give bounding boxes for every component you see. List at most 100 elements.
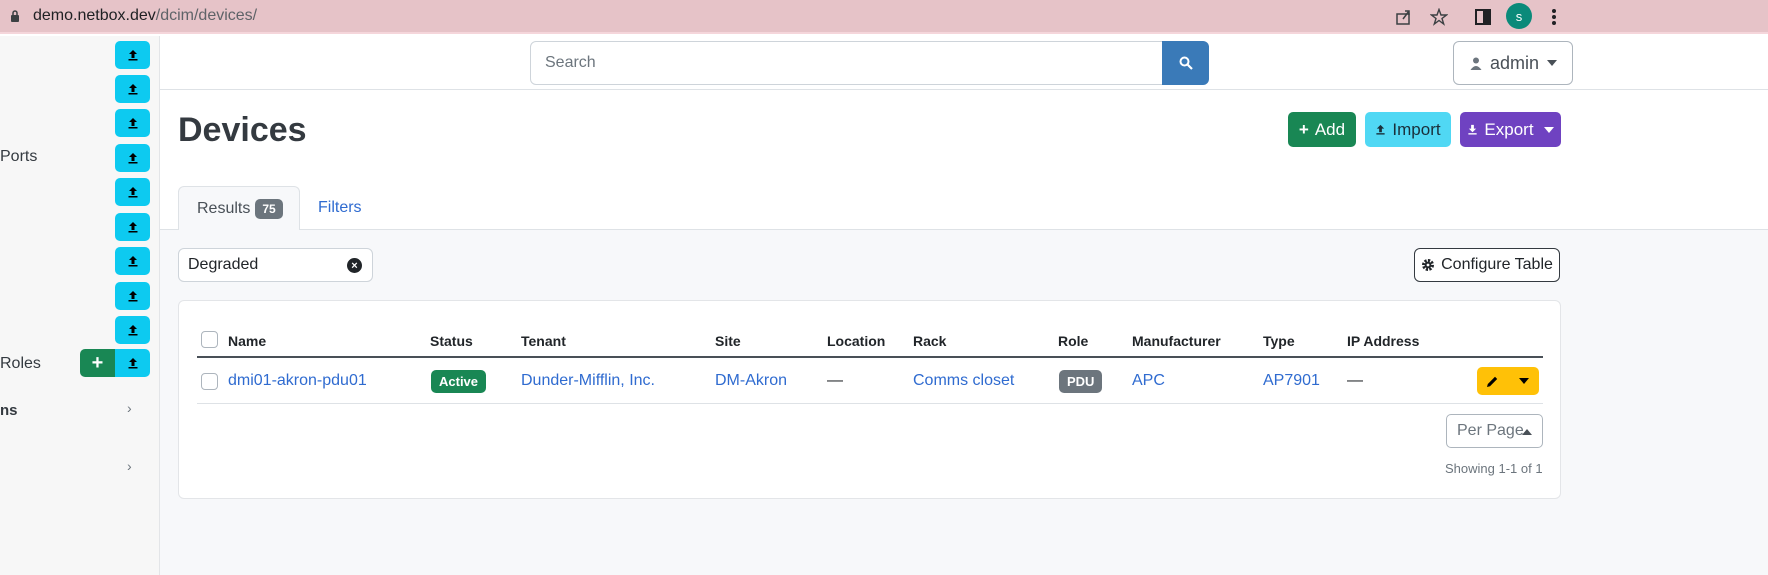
sidebar-item-roles[interactable]: Roles [0, 355, 41, 373]
clear-filter-icon[interactable]: × [347, 258, 362, 273]
site-link[interactable]: DM-Akron [715, 372, 787, 390]
devices-table-card: Name Status Tenant Site Location Rack Ro… [178, 300, 1561, 499]
side-panel-icon[interactable] [1472, 6, 1494, 28]
configure-table-button[interactable]: Configure Table [1414, 248, 1560, 282]
menu-dots-icon[interactable] [1543, 6, 1565, 28]
sidebar-import-button[interactable] [115, 349, 150, 377]
column-header-type[interactable]: Type [1263, 333, 1295, 349]
profile-avatar[interactable]: s [1506, 3, 1532, 29]
sidebar-import-button[interactable] [115, 213, 150, 241]
per-page-dropdown[interactable]: Per Page [1446, 414, 1543, 448]
sidebar-import-button[interactable] [115, 282, 150, 310]
upload-icon [128, 325, 137, 336]
tab-results-label: Results [197, 199, 251, 217]
user-icon [1470, 57, 1482, 70]
row-checkbox[interactable] [201, 373, 218, 390]
column-header-rack[interactable]: Rack [913, 333, 946, 349]
url-host: demo.netbox.dev [33, 7, 156, 24]
column-header-manufacturer[interactable]: Manufacturer [1132, 333, 1221, 349]
sidebar-import-button[interactable] [115, 316, 150, 344]
column-header-location[interactable]: Location [827, 333, 885, 349]
chevron-right-icon[interactable]: › [127, 400, 132, 416]
upload-icon [128, 222, 137, 233]
sidebar-section-heading[interactable]: ns [0, 402, 18, 419]
caret-up-icon [1522, 429, 1532, 435]
url-path: /dcim/devices/ [155, 7, 258, 24]
upload-icon [128, 50, 137, 61]
sidebar-import-button[interactable] [115, 41, 150, 69]
address-url[interactable]: demo.netbox.dev/dcim/devices/ [33, 7, 257, 25]
search-input[interactable] [530, 41, 1163, 85]
sidebar-import-button[interactable] [115, 144, 150, 172]
sidebar-add-button[interactable]: + [80, 349, 115, 377]
caret-down-icon [1547, 60, 1558, 66]
tab-filters[interactable]: Filters [318, 199, 362, 217]
ip-address-cell: — [1347, 372, 1363, 389]
tenant-link[interactable]: Dunder-Mifflin, Inc. [521, 372, 655, 390]
edit-button[interactable] [1477, 367, 1508, 395]
row-actions [1477, 367, 1539, 395]
top-header: admin [160, 36, 1768, 90]
manufacturer-link[interactable]: APC [1132, 372, 1165, 390]
share-icon[interactable] [1393, 6, 1415, 28]
table-row-divider [197, 403, 1543, 404]
export-button[interactable]: Export [1460, 112, 1561, 147]
column-header-ip-address[interactable]: IP Address [1347, 333, 1419, 349]
pagination-summary: Showing 1-1 of 1 [1445, 461, 1543, 476]
rack-link[interactable]: Comms closet [913, 372, 1014, 390]
sidebar-import-button[interactable] [115, 75, 150, 103]
search-icon [1179, 56, 1193, 70]
sidebar-import-button[interactable] [115, 247, 150, 275]
configure-table-label: Configure Table [1441, 256, 1553, 273]
per-page-label: Per Page [1457, 422, 1524, 439]
caret-down-icon [1543, 126, 1554, 133]
upload-icon [128, 187, 137, 198]
pencil-icon [1487, 376, 1498, 387]
upload-icon [128, 256, 137, 267]
plus-icon: + [1298, 119, 1309, 139]
upload-icon [128, 84, 137, 95]
sidebar-import-button[interactable] [115, 178, 150, 206]
filter-chip-value: Degraded [188, 256, 259, 273]
table-header-divider [197, 356, 1543, 358]
sidebar: Ports Roles + ns › › [0, 36, 160, 575]
results-count-badge: 75 [255, 198, 283, 219]
gear-icon [1422, 259, 1435, 271]
column-header-role[interactable]: Role [1058, 333, 1088, 349]
role-badge[interactable]: PDU [1059, 370, 1103, 393]
add-button[interactable]: + Add [1288, 112, 1356, 147]
user-menu-button[interactable]: admin [1453, 41, 1573, 85]
star-icon[interactable] [1428, 6, 1450, 28]
user-name: admin [1490, 52, 1540, 73]
import-button-label: Import [1392, 119, 1441, 139]
location-cell: — [827, 372, 843, 389]
tab-bar: Results 75 Filters [160, 186, 1768, 231]
search-group [530, 41, 1209, 85]
row-actions-dropdown-button[interactable] [1508, 367, 1539, 395]
upload-icon [128, 153, 137, 164]
upload-icon [128, 118, 137, 129]
quick-filter-input[interactable]: Degraded × [178, 248, 373, 282]
column-header-tenant[interactable]: Tenant [521, 333, 566, 349]
main-content: Devices + Add Import Export Results 75 F… [160, 91, 1768, 575]
type-link[interactable]: AP7901 [1263, 372, 1320, 390]
search-button[interactable] [1162, 41, 1209, 85]
column-header-name[interactable]: Name [228, 333, 266, 349]
column-header-site[interactable]: Site [715, 333, 741, 349]
caret-down-icon [1518, 378, 1529, 384]
sidebar-item-ports[interactable]: Ports [0, 148, 37, 166]
chevron-right-icon[interactable]: › [127, 458, 132, 474]
device-name-link[interactable]: dmi01-akron-pdu01 [228, 372, 367, 390]
download-icon [1468, 124, 1478, 135]
sidebar-import-button[interactable] [115, 109, 150, 137]
upload-icon [128, 291, 137, 302]
export-button-label: Export [1484, 119, 1534, 139]
column-header-status[interactable]: Status [430, 333, 473, 349]
upload-icon [128, 358, 137, 369]
lock-icon [11, 10, 19, 22]
page-title: Devices [178, 111, 307, 149]
browser-address-bar: demo.netbox.dev/dcim/devices/ s [0, 0, 1768, 34]
tab-results[interactable]: Results 75 [178, 186, 300, 231]
import-button[interactable]: Import [1365, 112, 1451, 147]
select-all-checkbox[interactable] [201, 331, 218, 348]
